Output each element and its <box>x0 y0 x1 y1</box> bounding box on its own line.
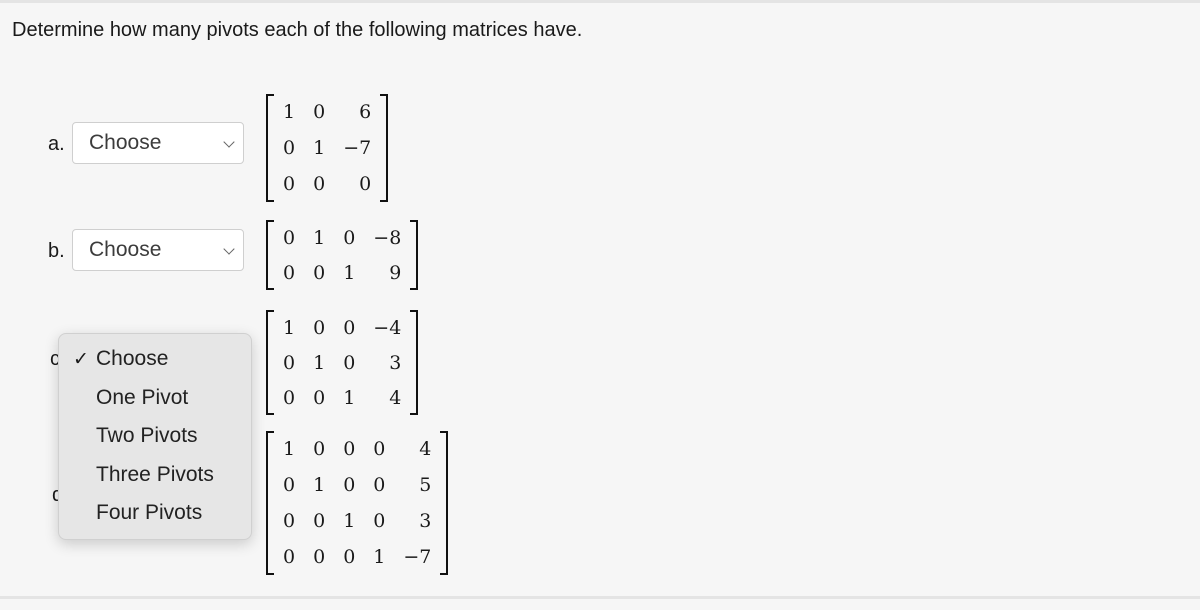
matrix-row: 0 1 −7 <box>274 130 380 166</box>
matrix-cell: 1 <box>313 226 326 249</box>
matrix-cell: 5 <box>419 474 432 496</box>
matrix-cell: 0 <box>283 351 296 374</box>
top-divider <box>0 0 1200 3</box>
matrix-cell: 1 <box>313 351 326 374</box>
matrix-cell: 1 <box>343 510 356 532</box>
option-three-pivots[interactable]: Three Pivots <box>96 463 214 487</box>
matrix-cell: 0 <box>343 226 356 249</box>
matrix-cell: 1 <box>313 474 326 496</box>
matrix-cell: 1 <box>283 438 296 460</box>
option-choose[interactable]: Choose <box>96 347 168 371</box>
matrix-cell: 0 <box>373 474 386 496</box>
matrix-cell: 0 <box>313 386 326 409</box>
option-four-pivots[interactable]: Four Pivots <box>96 501 202 525</box>
matrix-cell: 0 <box>343 546 356 568</box>
matrix-cell: 0 <box>343 474 356 496</box>
matrix-cell: 0 <box>343 316 356 339</box>
matrix-cell: 0 <box>313 261 326 284</box>
item-b-label: b. <box>48 240 65 262</box>
matrix-row: 0 0 0 1 −7 <box>274 539 440 575</box>
matrix-b: 0 1 0 −8 0 0 1 9 <box>266 220 419 290</box>
matrix-cell: 0 <box>313 316 326 339</box>
matrix-cell: 4 <box>419 438 432 460</box>
item-a-label: a. <box>48 133 65 155</box>
matrix-cell: 1 <box>373 546 386 568</box>
matrix-cell: 6 <box>359 101 372 123</box>
matrix-cell: 0 <box>283 474 296 496</box>
matrix-cell: 0 <box>373 438 386 460</box>
matrix-cell: 0 <box>313 546 326 568</box>
option-one-pivot[interactable]: One Pivot <box>96 386 188 410</box>
bottom-divider <box>0 596 1200 599</box>
option-two-pivots[interactable]: Two Pivots <box>96 424 198 448</box>
matrix-row: 0 1 0 −8 <box>274 220 410 255</box>
select-value: Choose <box>89 131 162 154</box>
matrix-cell: 9 <box>389 261 402 284</box>
matrix-d: 1 0 0 0 4 0 1 0 0 5 0 0 1 0 3 0 0 0 1 −7 <box>266 431 449 575</box>
matrix-cell: 4 <box>389 386 402 409</box>
matrix-cell: 0 <box>359 173 372 195</box>
matrix-cell: 3 <box>389 351 402 374</box>
matrix-cell: 0 <box>313 101 326 123</box>
matrix-cell: −8 <box>373 226 402 249</box>
matrix-cell: 0 <box>283 546 296 568</box>
matrix-cell: 1 <box>283 316 296 339</box>
matrix-row: 10004 <box>274 431 440 467</box>
matrix-row: 0019 <box>274 255 410 290</box>
item-b-select[interactable]: Choose <box>72 229 244 271</box>
chevron-down-icon <box>223 243 235 255</box>
matrix-cell: 0 <box>283 226 296 249</box>
pivot-dropdown-menu: ✓ Choose One Pivot Two Pivots Three Pivo… <box>58 333 252 540</box>
matrix-cell: −7 <box>343 137 372 159</box>
matrix-cell: 0 <box>283 261 296 284</box>
question-text: Determine how many pivots each of the fo… <box>12 19 583 41</box>
select-value: Choose <box>89 238 162 261</box>
matrix-cell: 0 <box>313 173 326 195</box>
matrix-row: 00103 <box>274 503 440 539</box>
matrix-cell: −4 <box>373 316 402 339</box>
chevron-down-icon <box>223 136 235 148</box>
matrix-cell: 1 <box>343 386 356 409</box>
matrix-cell: 0 <box>313 510 326 532</box>
matrix-row: 0014 <box>274 380 410 415</box>
matrix-cell: 0 <box>343 351 356 374</box>
matrix-row: 010 3 <box>274 345 410 380</box>
matrix-c: 1 0 0 −4 0 1 0 3 0 0 1 4 <box>266 310 419 415</box>
matrix-cell: 0 <box>283 386 296 409</box>
matrix-cell: 0 <box>283 173 296 195</box>
matrix-cell: 0 <box>283 510 296 532</box>
matrix-cell: 0 <box>313 438 326 460</box>
checkmark-icon: ✓ <box>73 349 89 370</box>
matrix-row: 01005 <box>274 467 440 503</box>
matrix-cell: 1 <box>343 261 356 284</box>
matrix-row: 1 0 0 −4 <box>274 310 410 345</box>
matrix-cell: 1 <box>283 101 296 123</box>
matrix-a: 1 0 6 0 1 −7 0 0 0 <box>266 94 389 202</box>
matrix-row: 10 6 <box>274 94 380 130</box>
matrix-cell: −7 <box>403 546 432 568</box>
matrix-cell: 3 <box>419 510 432 532</box>
matrix-cell: 0 <box>373 510 386 532</box>
matrix-cell: 1 <box>313 137 326 159</box>
matrix-cell: 0 <box>283 137 296 159</box>
matrix-row: 000 <box>274 166 380 202</box>
matrix-cell: 0 <box>343 438 356 460</box>
item-a-select[interactable]: Choose <box>72 122 244 164</box>
